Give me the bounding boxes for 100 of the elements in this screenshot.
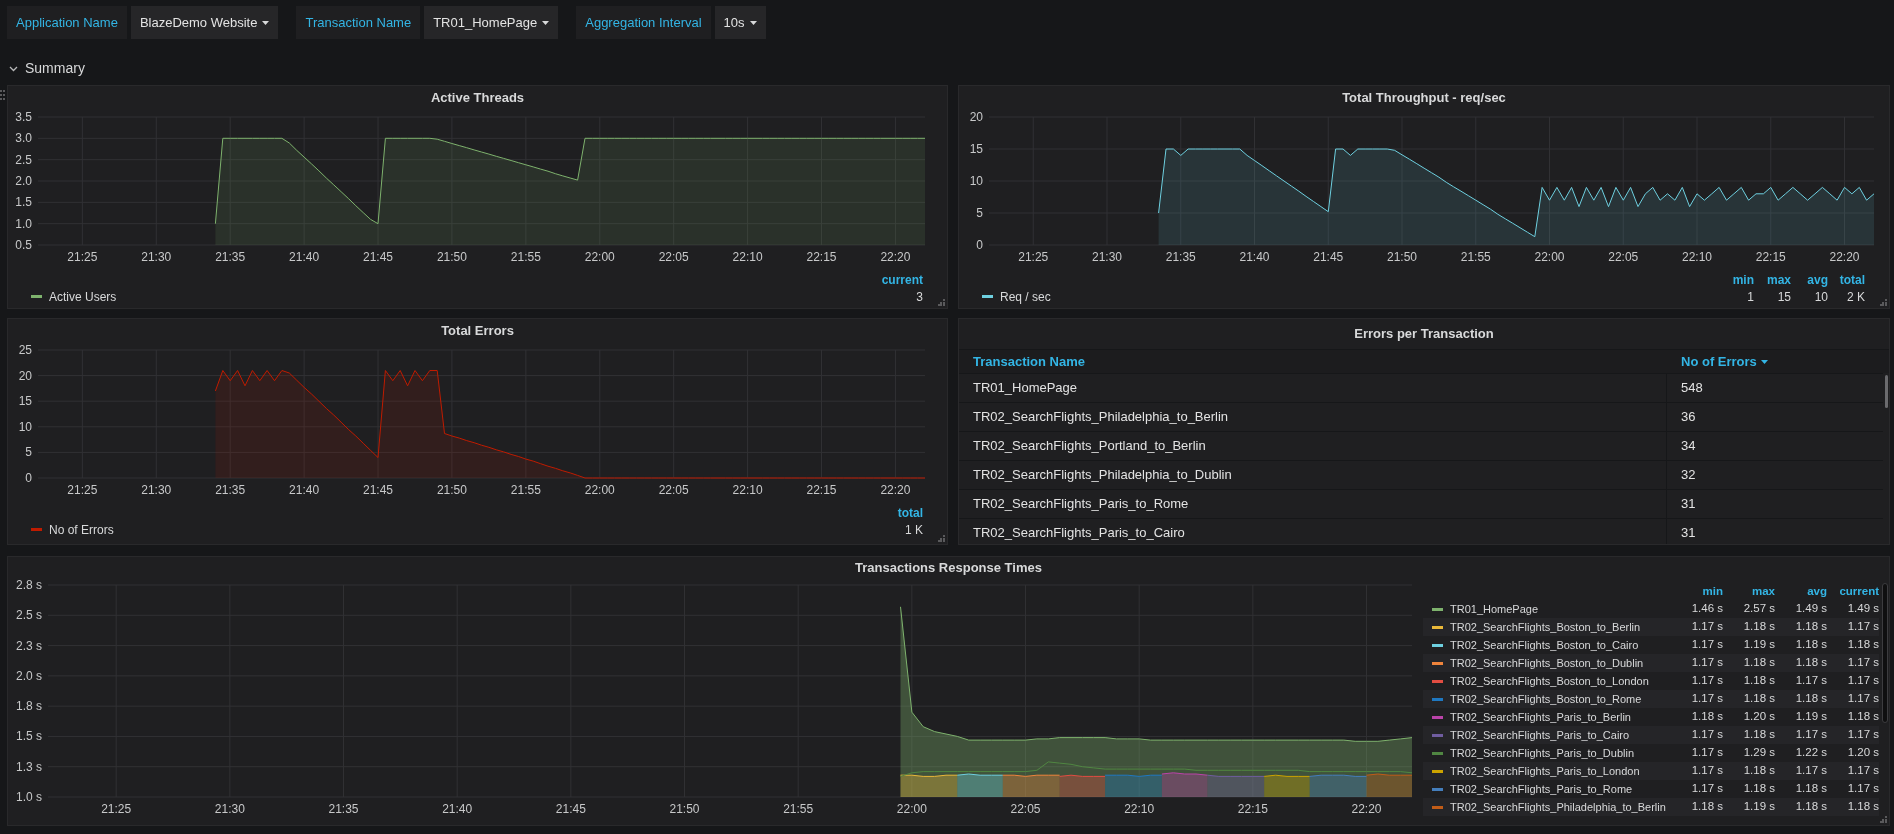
axis-tick-label: 1.8 s bbox=[16, 699, 42, 714]
axis-tick-label: 22:05 bbox=[658, 250, 689, 264]
variable-dropdown[interactable]: BlazeDemo Website bbox=[130, 6, 279, 39]
axis-tick-label: 21:35 bbox=[1165, 250, 1196, 264]
panel-title[interactable]: Transactions Response Times bbox=[855, 557, 1042, 578]
legend-value: 1.29 s bbox=[1742, 745, 1775, 761]
color-swatch-icon[interactable] bbox=[1432, 661, 1443, 665]
axis-tick-label: 22:20 bbox=[880, 483, 911, 497]
legend-column-header[interactable]: max bbox=[1723, 583, 1775, 601]
legend-column-header[interactable]: avg bbox=[1791, 271, 1828, 289]
axis-tick-label: 1.0 bbox=[15, 216, 32, 231]
panel-title[interactable]: Active Threads bbox=[430, 88, 525, 108]
legend-series-name[interactable]: TR02_SearchFlights_Paris_to_Dublin bbox=[1450, 744, 1635, 762]
legend-column-header[interactable]: current bbox=[1827, 583, 1879, 601]
legend-value: 1.18 s bbox=[1742, 691, 1775, 707]
axis-tick-label: 25 bbox=[18, 343, 32, 357]
legend-value: 1.17 s bbox=[1794, 763, 1827, 779]
legend-value: 1.18 s bbox=[1794, 781, 1827, 797]
resize-handle-icon[interactable] bbox=[1880, 299, 1887, 306]
legend-value: 1.17 s bbox=[1846, 727, 1879, 743]
legend-row[interactable]: TR02_SearchFlights_Paris_to_London 1.17 s 1.18 s 1.17 s 1.17 s bbox=[1423, 762, 1879, 780]
legend-value: 1.18 s bbox=[1742, 655, 1775, 671]
axis-tick-label: 0 bbox=[25, 471, 32, 485]
legend-column-header[interactable]: current bbox=[877, 271, 923, 289]
axis-tick-label: 0 bbox=[976, 238, 983, 252]
legend-column-header[interactable]: max bbox=[1754, 271, 1791, 289]
axis-tick-label: 22:15 bbox=[806, 483, 837, 497]
scrollbar[interactable] bbox=[1882, 583, 1888, 723]
axis-tick-label: 22:05 bbox=[1608, 250, 1639, 264]
column-header[interactable]: Transaction Name bbox=[959, 350, 1667, 373]
color-swatch-icon[interactable] bbox=[1432, 787, 1443, 791]
drag-handle-icon[interactable] bbox=[0, 89, 5, 101]
legend-series-name[interactable]: TR02_SearchFlights_Boston_to_Cairo bbox=[1450, 636, 1639, 654]
legend-value: 1.18 s bbox=[1742, 727, 1775, 743]
axis-tick-label: 2.5 bbox=[15, 152, 32, 167]
axis-tick-label: 22:20 bbox=[1829, 250, 1860, 264]
color-swatch-icon[interactable] bbox=[982, 295, 993, 298]
legend-series-name[interactable]: TR02_SearchFlights_Boston_to_London bbox=[1450, 672, 1649, 690]
legend-series-name[interactable]: TR02_SearchFlights_Paris_to_Cairo bbox=[1450, 726, 1630, 744]
legend-value: 1.49 s bbox=[1794, 601, 1827, 617]
legend-column-header[interactable]: total bbox=[886, 504, 923, 522]
legend-series-name[interactable]: TR02_SearchFlights_Boston_to_Rome bbox=[1450, 690, 1642, 708]
legend-column-header[interactable]: total bbox=[1828, 271, 1865, 289]
legend-row[interactable]: TR02_SearchFlights_Boston_to_Berlin 1.17 s 1.18 s 1.18 s 1.17 s bbox=[1423, 618, 1879, 636]
legend-series-name[interactable]: Req / sec bbox=[1000, 287, 1051, 306]
axis-tick-label: 21:40 bbox=[289, 483, 320, 497]
legend-row[interactable]: TR02_SearchFlights_Boston_to_Rome 1.17 s 1.18 s 1.18 s 1.17 s bbox=[1423, 690, 1879, 708]
legend-row[interactable]: TR02_SearchFlights_Philadelphia_to_Berlin 1.18 s 1.19 s 1.18 s 1.18 s bbox=[1423, 798, 1879, 816]
axis-tick-label: 21:25 bbox=[101, 802, 132, 816]
variable-dropdown[interactable]: TR01_HomePage bbox=[424, 6, 559, 39]
color-swatch-icon[interactable] bbox=[1432, 679, 1443, 683]
resize-handle-icon[interactable] bbox=[1880, 816, 1887, 823]
axis-tick-label: 21:45 bbox=[363, 483, 394, 497]
scrollbar[interactable] bbox=[1885, 375, 1888, 408]
axis-tick-label: 22:00 bbox=[584, 250, 615, 264]
variable-dropdown[interactable]: 10s bbox=[714, 6, 766, 39]
legend-series-name[interactable]: TR02_SearchFlights_Paris_to_Rome bbox=[1450, 780, 1633, 798]
panel-title[interactable]: Total Throughput - req/sec bbox=[1342, 88, 1506, 108]
legend-series-name[interactable]: Active Users bbox=[49, 287, 117, 306]
color-swatch-icon[interactable] bbox=[1432, 607, 1443, 611]
color-swatch-icon[interactable] bbox=[1432, 697, 1443, 701]
legend-column-header[interactable]: min bbox=[1717, 271, 1754, 289]
color-swatch-icon[interactable] bbox=[31, 295, 42, 298]
color-swatch-icon[interactable] bbox=[31, 528, 42, 531]
color-swatch-icon[interactable] bbox=[1432, 733, 1443, 737]
table-cell-text: 31 bbox=[1680, 524, 1697, 543]
legend-series-name[interactable]: TR02_SearchFlights_Boston_to_Berlin bbox=[1450, 618, 1641, 636]
axis-tick-label: 1.0 s bbox=[16, 790, 42, 804]
axis-tick-label: 20 bbox=[969, 110, 983, 124]
axis-tick-label: 21:30 bbox=[1092, 250, 1122, 264]
legend-series-name[interactable]: TR01_HomePage bbox=[1450, 600, 1539, 618]
color-swatch-icon[interactable] bbox=[1432, 643, 1443, 647]
color-swatch-icon[interactable] bbox=[1432, 751, 1443, 755]
legend-row[interactable]: TR02_SearchFlights_Boston_to_Dublin 1.17 s 1.18 s 1.18 s 1.17 s bbox=[1423, 654, 1879, 672]
color-swatch-icon[interactable] bbox=[1432, 715, 1443, 719]
legend-column-header[interactable]: avg bbox=[1775, 583, 1827, 601]
panel-title[interactable]: Errors per Transaction bbox=[1354, 324, 1494, 344]
column-header[interactable]: No of Errors bbox=[1667, 350, 1889, 373]
legend-series-name[interactable]: TR02_SearchFlights_Paris_to_Berlin bbox=[1450, 708, 1631, 726]
resize-handle-icon[interactable] bbox=[938, 299, 945, 306]
caret-down-icon bbox=[542, 20, 550, 25]
color-swatch-icon[interactable] bbox=[1432, 805, 1443, 809]
axis-tick-label: 10 bbox=[18, 419, 32, 434]
legend-value: 1.46 s bbox=[1690, 601, 1723, 617]
axis-tick-label: 22:15 bbox=[806, 250, 837, 264]
color-swatch-icon[interactable] bbox=[1432, 769, 1443, 773]
legend-value: 1.22 s bbox=[1794, 745, 1827, 761]
axis-tick-label: 15 bbox=[18, 394, 32, 409]
axis-tick-label: 15 bbox=[969, 142, 983, 156]
legend-series-name[interactable]: TR02_SearchFlights_Philadelphia_to_Berlin bbox=[1450, 798, 1666, 816]
resize-handle-icon[interactable] bbox=[938, 535, 945, 542]
row-header[interactable]: Summary bbox=[9, 57, 85, 79]
legend-series-name[interactable]: TR02_SearchFlights_Paris_to_London bbox=[1450, 762, 1640, 780]
legend-column-header[interactable]: min bbox=[1671, 583, 1723, 601]
legend-series-name[interactable]: TR02_SearchFlights_Boston_to_Dublin bbox=[1450, 654, 1644, 672]
panel-title[interactable]: Total Errors bbox=[441, 321, 514, 341]
legend-row[interactable]: TR02_SearchFlights_Paris_to_Cairo 1.17 s 1.18 s 1.17 s 1.17 s bbox=[1423, 726, 1879, 744]
legend-series-name[interactable]: No of Errors bbox=[49, 520, 114, 539]
color-swatch-icon[interactable] bbox=[1432, 625, 1443, 629]
axis-tick-label: 21:35 bbox=[328, 802, 359, 816]
